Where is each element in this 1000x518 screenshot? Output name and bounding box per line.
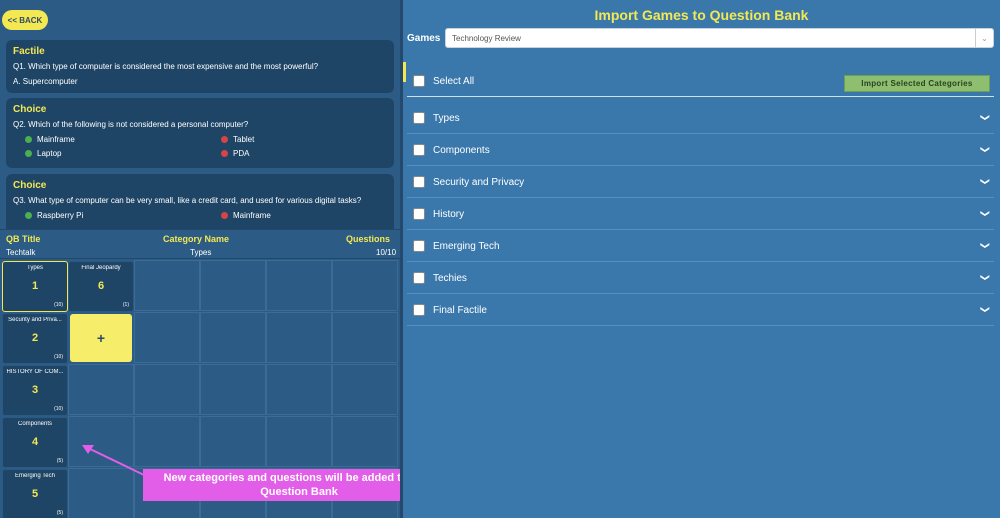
import-selected-button[interactable]: Import Selected Categories: [844, 75, 990, 92]
import-category-row[interactable]: Components ❯: [407, 135, 994, 166]
page-title: Import Games to Question Bank: [594, 7, 809, 23]
correct-dot-icon: [25, 150, 32, 157]
question-answer: A. Supercomputer: [13, 77, 78, 86]
category-tile-types[interactable]: Types 1 (10): [2, 261, 68, 312]
empty-cell: [200, 416, 266, 467]
empty-cell: [134, 260, 200, 311]
import-category-row[interactable]: Techies ❯: [407, 263, 994, 294]
right-panel: Import Games to Question Bank Games Tech…: [403, 0, 1000, 518]
add-category-button[interactable]: +: [70, 314, 132, 362]
import-category-row[interactable]: Security and Privacy ❯: [407, 167, 994, 198]
category-tile-security[interactable]: Security and Priva... 2 (10): [2, 313, 68, 364]
questions-value: 10/10: [376, 248, 397, 257]
empty-cell: [200, 364, 266, 415]
correct-dot-icon: [25, 136, 32, 143]
answer-option: Raspberry Pi: [13, 211, 209, 220]
arrow-icon: [82, 445, 145, 476]
empty-cell: [332, 416, 398, 467]
empty-cell: [332, 364, 398, 415]
question-card-1[interactable]: Factile Q1. Which type of computer is co…: [6, 40, 394, 93]
qb-title-value: Techtalk: [6, 248, 36, 257]
category-checkbox[interactable]: [413, 112, 425, 124]
category-checkbox[interactable]: [413, 208, 425, 220]
incorrect-dot-icon: [221, 136, 228, 143]
category-name-header: Category Name: [163, 234, 230, 244]
correct-dot-icon: [25, 212, 32, 219]
chevron-down-icon: ⌄: [975, 29, 993, 47]
question-type: Factile: [13, 46, 45, 57]
category-checkbox[interactable]: [413, 272, 425, 284]
empty-cell: [68, 364, 134, 415]
question-text: Q2. Which of the following is not consid…: [13, 120, 249, 129]
left-panel: << BACK Factile Q1. Which type of comput…: [0, 0, 400, 518]
question-text: Q3. What type of computer can be very sm…: [13, 196, 362, 205]
answer-option: PDA: [209, 149, 389, 158]
category-tile-emerging-tech[interactable]: Emerging Tech 5 (5): [2, 469, 68, 518]
chevron-down-icon[interactable]: ❯: [980, 306, 991, 314]
answer-option: Laptop: [13, 149, 209, 158]
category-checkbox[interactable]: [413, 304, 425, 316]
question-type: Choice: [13, 104, 47, 115]
category-checkbox[interactable]: [413, 240, 425, 252]
question-card-2[interactable]: Choice Q2. Which of the following is not…: [6, 98, 394, 168]
empty-cell: [332, 260, 398, 311]
category-tile-final[interactable]: Final Jeopardy 6 (1): [68, 261, 134, 312]
empty-cell: [332, 312, 398, 363]
back-button[interactable]: << BACK: [2, 10, 48, 30]
category-tile-components[interactable]: Components 4 (5): [2, 417, 68, 468]
empty-cell: [134, 312, 200, 363]
import-category-row[interactable]: Emerging Tech ❯: [407, 231, 994, 262]
chevron-down-icon[interactable]: ❯: [980, 114, 991, 122]
select-all-row[interactable]: Select All Import Selected Categories: [407, 67, 994, 97]
answer-option: Tablet: [209, 135, 389, 144]
chevron-down-icon[interactable]: ❯: [980, 274, 991, 282]
empty-cell: [266, 260, 332, 311]
category-checkbox[interactable]: [413, 144, 425, 156]
games-select-value: Technology Review: [452, 34, 521, 43]
empty-cell: [200, 312, 266, 363]
empty-cell: [266, 312, 332, 363]
empty-cell: [266, 364, 332, 415]
qb-title-header: QB Title: [6, 234, 41, 244]
select-all-checkbox[interactable]: [413, 75, 425, 87]
import-category-row[interactable]: Types ❯: [407, 103, 994, 134]
import-category-row[interactable]: History ❯: [407, 199, 994, 230]
accent-indicator: [403, 62, 406, 82]
import-category-row[interactable]: Final Factile ❯: [407, 295, 994, 326]
chevron-down-icon[interactable]: ❯: [980, 210, 991, 218]
category-checkbox[interactable]: [413, 176, 425, 188]
empty-cell: [200, 260, 266, 311]
games-select[interactable]: Technology Review ⌄: [445, 28, 994, 48]
questions-header: Questions: [346, 234, 391, 244]
question-text: Q1. Which type of computer is considered…: [13, 62, 319, 71]
category-name-value: Types: [190, 248, 212, 257]
select-all-label: Select All: [433, 76, 475, 87]
empty-cell: [134, 364, 200, 415]
answer-option: Mainframe: [13, 135, 209, 144]
incorrect-dot-icon: [221, 150, 228, 157]
chevron-down-icon[interactable]: ❯: [980, 242, 991, 250]
chevron-down-icon[interactable]: ❯: [980, 146, 991, 154]
chevron-down-icon[interactable]: ❯: [980, 178, 991, 186]
games-label: Games: [407, 33, 441, 44]
empty-cell: [266, 416, 332, 467]
qb-summary-table: QB Title Category Name Questions Techtal…: [0, 229, 400, 259]
question-card-3[interactable]: Choice Q3. What type of computer can be …: [6, 174, 394, 229]
answer-option: Mainframe: [209, 211, 389, 220]
question-type: Choice: [13, 180, 47, 191]
category-tile-history[interactable]: HISTORY OF COM... 3 (10): [2, 365, 68, 416]
incorrect-dot-icon: [221, 212, 228, 219]
